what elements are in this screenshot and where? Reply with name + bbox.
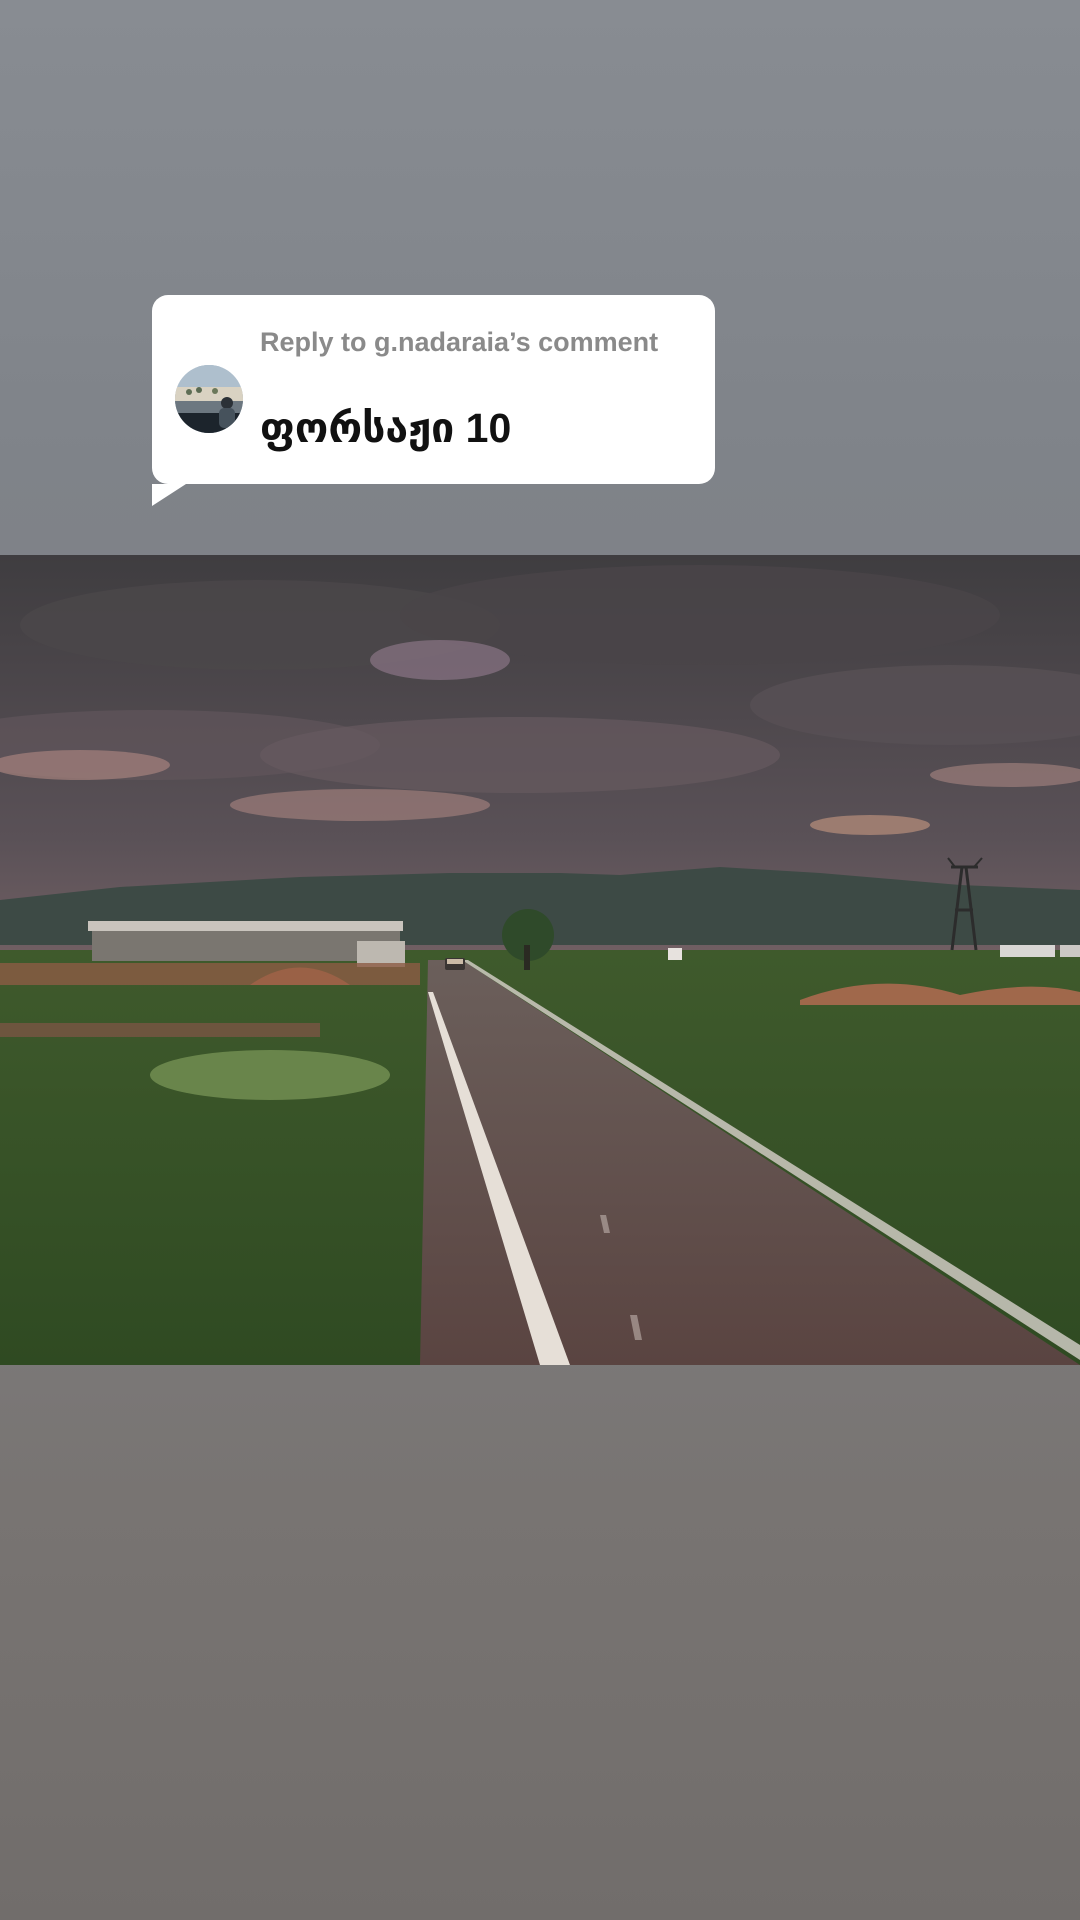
bubble-tail	[152, 484, 186, 506]
reply-label: Reply to g.nadaraia’s comment	[260, 327, 659, 357]
reply-comment-bubble[interactable]: Reply to g.nadaraia’s comment ფორსაჟი 10	[152, 295, 715, 506]
video-frame[interactable]	[0, 555, 1080, 1365]
reply-comment-text: ფორსაჟი 10	[260, 405, 512, 451]
video-scene	[0, 555, 1080, 1365]
avatar-icon[interactable]	[175, 365, 243, 433]
